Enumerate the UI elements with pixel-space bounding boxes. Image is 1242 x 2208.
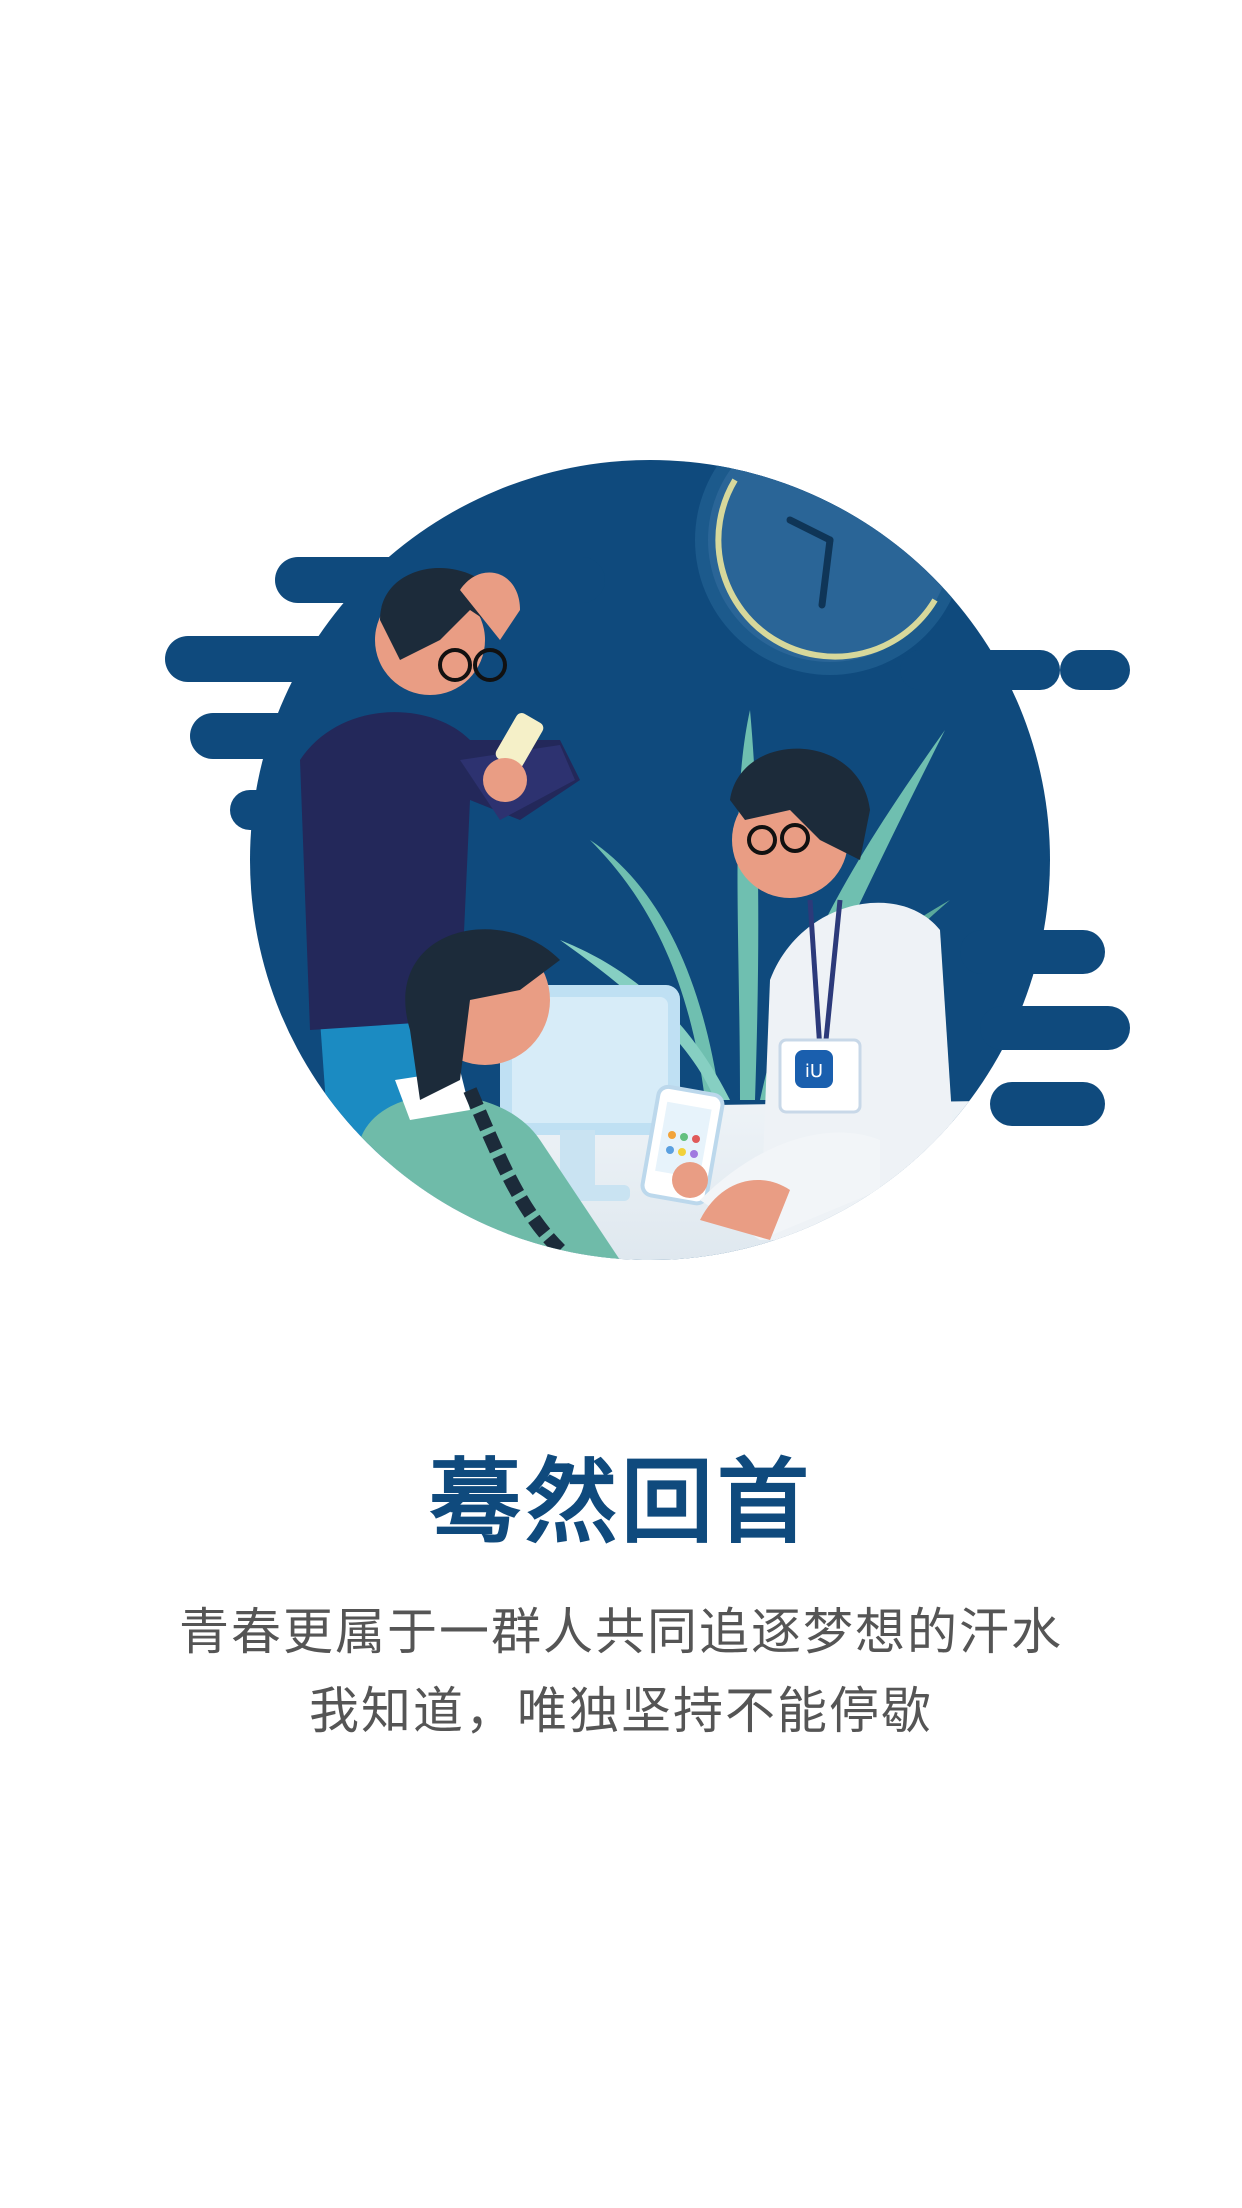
subtitle-line-1: 青春更属于一群人共同追逐梦想的汗水: [179, 1603, 1063, 1661]
badge-logo-text: iU: [805, 1061, 823, 1082]
wall-clock: [695, 460, 965, 675]
page-title: 蓦然回首: [428, 1449, 813, 1556]
subtitle-line-2: 我知道，唯独坚持不能停歇: [309, 1682, 933, 1740]
team-working-illustration: iU: [165, 460, 1130, 1260]
